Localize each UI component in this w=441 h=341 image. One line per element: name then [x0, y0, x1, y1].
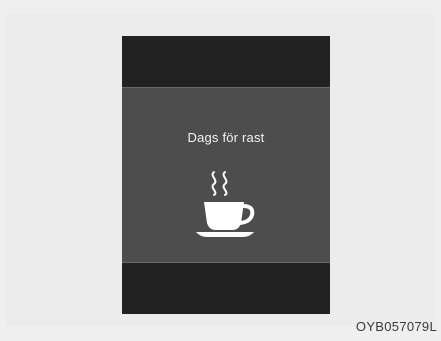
- display-top-band: [122, 36, 330, 87]
- rest-alert-panel: Dags för rast: [122, 87, 330, 263]
- display-bottom-band: [122, 263, 330, 314]
- rest-alert-message: Dags för rast: [187, 130, 265, 145]
- coffee-cup-icon: [196, 171, 255, 237]
- figure-reference-code: OYB057079L: [355, 319, 437, 334]
- instrument-cluster-display: Dags för rast: [122, 36, 330, 314]
